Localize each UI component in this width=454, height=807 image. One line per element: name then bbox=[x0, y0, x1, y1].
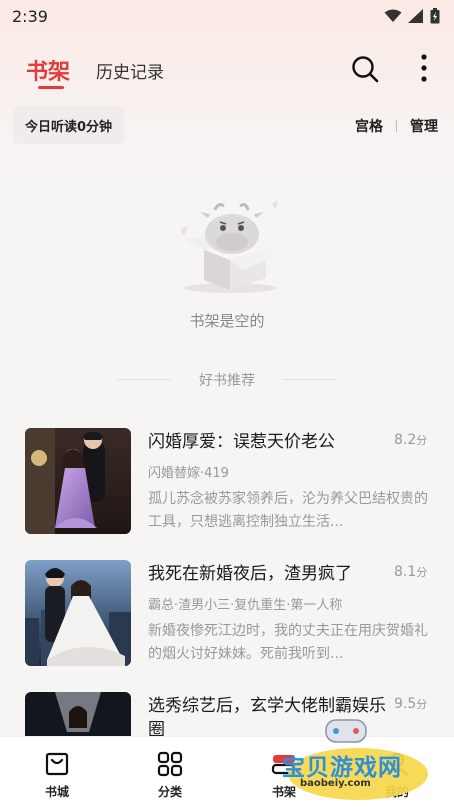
watermark-logo: 宝贝游戏网 baobeiy.com bbox=[276, 712, 436, 804]
nav-label: 书城 bbox=[44, 785, 69, 799]
tab-history[interactable]: 历史记录 bbox=[96, 58, 164, 83]
grid-view-button[interactable]: 宫格 bbox=[355, 116, 383, 136]
battery-icon bbox=[430, 8, 440, 24]
book-item[interactable]: 闪婚厚爱：误惹天价老公 8.2分 闪婚替嫁·419 孤儿苏念被苏家领养后，沦为养… bbox=[0, 428, 454, 538]
store-bag-icon bbox=[45, 752, 69, 776]
book-score: 9.5分 bbox=[394, 696, 428, 712]
reading-time-badge[interactable]: 今日听读0分钟 bbox=[13, 106, 124, 144]
nav-item-category[interactable]: 分类 bbox=[130, 737, 210, 807]
book-item[interactable]: 我死在新婚夜后，渣男疯了 8.1分 霸总·渣男小三·复仇重生·第一人称 新婚夜惨… bbox=[0, 560, 454, 670]
book-cover[interactable] bbox=[25, 560, 131, 666]
book-title: 闪婚厚爱：误惹天价老公 bbox=[148, 432, 335, 452]
book-cover[interactable] bbox=[25, 428, 131, 534]
tab-bookshelf[interactable]: 书架 bbox=[26, 54, 70, 86]
book-tags: 闪婚替嫁·419 bbox=[148, 466, 229, 481]
book-description: 孤儿苏念被苏家领养后，沦为养父巴结权贵的工具，只想逃离控制独立生活... bbox=[148, 491, 428, 530]
empty-box-cow-icon bbox=[180, 200, 278, 293]
book-description: 新婚夜惨死江边时，我的丈夫正在用庆贺婚礼的烟火讨好妹妹。死前我听到... bbox=[148, 623, 428, 662]
signal-icon bbox=[408, 9, 423, 23]
header: 书架 历史记录 bbox=[0, 44, 454, 96]
book-tags: 霸总·渣男小三·复仇重生·第一人称 bbox=[148, 598, 343, 613]
status-time: 2:39 bbox=[12, 6, 48, 26]
book-score: 8.2分 bbox=[394, 432, 428, 448]
book-title: 我死在新婚夜后，渣男疯了 bbox=[148, 564, 352, 584]
nav-label: 分类 bbox=[157, 785, 182, 799]
divider-right bbox=[284, 379, 336, 380]
empty-shelf-text: 书架是空的 bbox=[189, 312, 265, 330]
wifi-icon bbox=[384, 9, 402, 22]
nav-item-store[interactable]: 书城 bbox=[17, 737, 97, 807]
book-score: 8.1分 bbox=[394, 564, 428, 580]
recommend-title: 好书推荐 bbox=[199, 373, 255, 389]
manage-button[interactable]: 管理 bbox=[410, 116, 438, 136]
more-vertical-icon[interactable] bbox=[414, 52, 434, 84]
status-bar: 2:39 bbox=[0, 0, 454, 32]
grid-icon bbox=[157, 751, 183, 777]
watermark-text: 宝贝游戏网 bbox=[282, 755, 402, 781]
status-icons bbox=[384, 8, 440, 24]
toolbar-divider bbox=[396, 120, 397, 132]
active-tab-indicator bbox=[38, 86, 64, 89]
watermark-url: baobeiy.com bbox=[300, 778, 371, 789]
search-icon[interactable] bbox=[350, 54, 380, 84]
